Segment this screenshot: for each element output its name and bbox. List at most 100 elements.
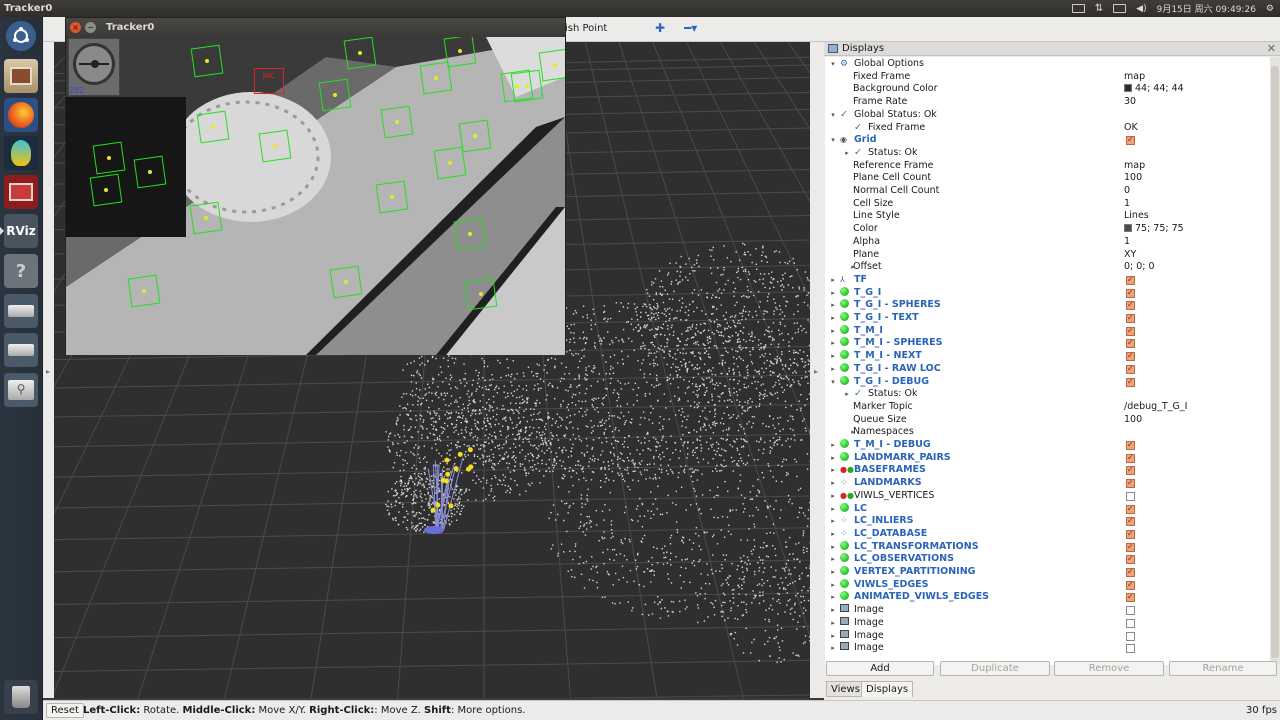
- tree-row[interactable]: ▸ ⁘ LANDMARKS: [825, 477, 1270, 490]
- enable-checkbox[interactable]: [1126, 591, 1135, 604]
- enable-checkbox[interactable]: [1126, 515, 1135, 528]
- expand-icon[interactable]: ▸: [829, 439, 837, 452]
- expand-icon[interactable]: ▾: [829, 134, 837, 147]
- tab-views[interactable]: Views: [826, 681, 865, 697]
- usb-drive-icon[interactable]: ⚲: [4, 373, 38, 407]
- right-dock-splitter[interactable]: ▸: [810, 42, 824, 698]
- expand-icon[interactable]: ▸: [829, 541, 837, 554]
- ubuntu-dash-icon[interactable]: [6, 21, 36, 51]
- enable-checkbox[interactable]: [1126, 618, 1135, 628]
- expand-icon[interactable]: ▾: [829, 376, 837, 389]
- tree-row[interactable]: ▸ ●● VIWLS_VERTICES: [825, 490, 1270, 503]
- meld-icon[interactable]: [4, 136, 38, 170]
- tree-row[interactable]: Marker Topic/debug_T_G_I: [825, 401, 1270, 414]
- tree-row[interactable]: Frame Rate 30: [825, 96, 1270, 109]
- tree-row[interactable]: ▸ ⅄ TF: [825, 274, 1270, 287]
- reset-button[interactable]: Reset: [46, 703, 84, 718]
- add-button[interactable]: Add: [826, 661, 934, 676]
- tree-row[interactable]: ▸ T_G_I - RAW LOC: [825, 362, 1270, 376]
- row-value[interactable]: 100: [1124, 414, 1142, 427]
- expand-icon[interactable]: ▸: [829, 287, 837, 300]
- enable-checkbox[interactable]: [1126, 477, 1135, 490]
- row-value[interactable]: 100: [1124, 172, 1142, 185]
- row-value[interactable]: 0: [1124, 185, 1130, 198]
- tree-row[interactable]: Plane Cell Count 100: [825, 172, 1270, 185]
- expand-icon[interactable]: ▸: [829, 579, 837, 592]
- expand-icon[interactable]: ▸: [829, 299, 837, 312]
- enable-checkbox[interactable]: [1126, 274, 1135, 287]
- enable-checkbox[interactable]: [1126, 376, 1135, 388]
- row-value[interactable]: map: [1124, 160, 1145, 173]
- row-value[interactable]: Lines: [1124, 210, 1149, 223]
- publish-point-tool[interactable]: ish Point: [565, 23, 607, 34]
- tree-row[interactable]: Fixed Frame map: [825, 71, 1270, 84]
- expand-icon[interactable]: ▾: [829, 58, 837, 71]
- expand-icon[interactable]: ▸: [829, 553, 837, 566]
- enable-checkbox[interactable]: [1126, 350, 1135, 363]
- tree-row[interactable]: ▸ ⁘ LC_DATABASE: [825, 528, 1270, 541]
- row-value[interactable]: 1: [1124, 198, 1130, 211]
- tree-row[interactable]: ▸ ✓ Status: Ok: [825, 147, 1270, 160]
- enable-checkbox[interactable]: [1126, 464, 1135, 477]
- row-value[interactable]: 75; 75; 75: [1124, 223, 1184, 236]
- enable-checkbox[interactable]: [1126, 337, 1135, 350]
- row-value[interactable]: 1: [1124, 236, 1130, 249]
- expand-icon[interactable]: ▸: [829, 312, 837, 325]
- remove-button[interactable]: Remove: [1054, 661, 1164, 676]
- volume-icon[interactable]: ◀): [1136, 4, 1146, 14]
- tree-row[interactable]: ▾ ◉ Grid: [825, 134, 1270, 147]
- tree-scrollbar[interactable]: [1270, 57, 1280, 665]
- enable-checkbox[interactable]: [1126, 287, 1135, 299]
- tree-row[interactable]: ▸ T_M_I - DEBUG: [825, 439, 1270, 452]
- battery-icon[interactable]: [1113, 4, 1127, 13]
- enable-checkbox[interactable]: [1126, 312, 1135, 325]
- row-value[interactable]: map: [1124, 71, 1145, 84]
- trash-icon[interactable]: [4, 680, 38, 714]
- enable-checkbox[interactable]: [1126, 452, 1135, 464]
- enable-checkbox[interactable]: [1126, 363, 1135, 375]
- enable-checkbox[interactable]: [1126, 134, 1135, 147]
- close-icon[interactable]: ×: [70, 22, 81, 33]
- tree-row[interactable]: ✓ Fixed Frame OK: [825, 122, 1270, 135]
- tree-row[interactable]: ▸ Image: [825, 604, 1270, 617]
- tree-row[interactable]: Queue Size 100: [825, 414, 1270, 427]
- tree-row[interactable]: Alpha 1: [825, 236, 1270, 249]
- clock[interactable]: 9月15日 周六 09:49:26: [1157, 2, 1256, 15]
- enable-checkbox[interactable]: [1126, 579, 1135, 591]
- files-icon[interactable]: [4, 59, 38, 93]
- tree-row[interactable]: Background Color 44; 44; 44: [825, 83, 1270, 96]
- enable-checkbox[interactable]: [1126, 325, 1135, 337]
- rviz-icon[interactable]: RViz: [0, 214, 38, 248]
- tree-row[interactable]: ▸ T_M_I - SPHERES: [825, 337, 1270, 350]
- add-tool-icon[interactable]: ✚: [655, 21, 665, 35]
- expand-icon[interactable]: ▸: [829, 642, 837, 655]
- tree-row[interactable]: ▸ Image: [825, 642, 1270, 655]
- expand-icon[interactable]: ▸: [829, 363, 837, 376]
- tree-row[interactable]: ▸ LC: [825, 502, 1270, 515]
- tree-row[interactable]: ▸ T_M_I: [825, 324, 1270, 338]
- left-dock-splitter[interactable]: ▸: [43, 42, 54, 698]
- tree-row[interactable]: ▸ ANIMATED_VIWLS_EDGES: [825, 591, 1270, 604]
- tree-row[interactable]: ▸ Image: [825, 629, 1270, 643]
- expand-icon[interactable]: ▸: [829, 515, 837, 528]
- tree-row[interactable]: Color 75; 75; 75: [825, 223, 1270, 236]
- rename-button[interactable]: Rename: [1169, 661, 1277, 676]
- expand-icon[interactable]: ▾: [829, 109, 837, 122]
- expand-icon[interactable]: ▸: [829, 350, 837, 363]
- row-value[interactable]: 30: [1124, 96, 1136, 109]
- expand-icon[interactable]: ▸: [843, 147, 851, 160]
- tree-row[interactable]: Line Style Lines: [825, 210, 1270, 223]
- expand-icon[interactable]: ▸: [829, 477, 837, 490]
- expand-icon[interactable]: ▸: [829, 566, 837, 579]
- tracker-titlebar[interactable]: × − Tracker0: [66, 18, 565, 37]
- tree-row[interactable]: Normal Cell Count 0: [825, 185, 1270, 198]
- drive-icon-2[interactable]: [4, 333, 38, 367]
- tree-row[interactable]: ▸ T_G_I - TEXT: [825, 312, 1270, 325]
- expand-icon[interactable]: ▸: [829, 325, 837, 338]
- tree-row[interactable]: ▸ Image: [825, 616, 1270, 630]
- tree-row[interactable]: ▸ T_G_I - SPHERES: [825, 299, 1270, 312]
- tree-row[interactable]: Cell Size 1: [825, 198, 1270, 211]
- tree-row[interactable]: ▸ VERTEX_PARTITIONING: [825, 566, 1270, 579]
- scrollbar-thumb[interactable]: [1271, 66, 1279, 658]
- keyboard-icon[interactable]: [1071, 4, 1085, 13]
